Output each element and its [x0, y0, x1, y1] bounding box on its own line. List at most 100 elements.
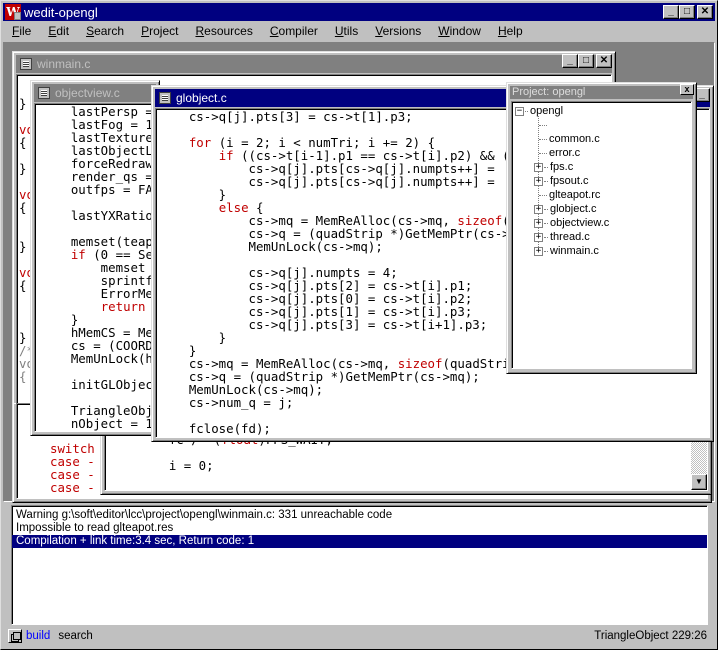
tree-connector [544, 236, 548, 238]
winmain-maximize-button[interactable]: □ [578, 54, 594, 68]
code-line: initGLObjec [41, 378, 155, 391]
expand-icon[interactable]: + [534, 246, 543, 256]
menu-label: earch [94, 24, 125, 38]
menu-label: ompiler [278, 24, 318, 38]
tree-connector [544, 166, 548, 168]
tree-connector [525, 110, 528, 112]
window-objectview[interactable]: objectview.c lastPersp = lastFog = 1 las… [30, 80, 160, 436]
tree-item[interactable]: glteapot.rc [539, 188, 600, 202]
tree-item[interactable]: + globject.c [534, 202, 596, 216]
menu-label: roject [149, 24, 179, 38]
code-line: nObject = 1 [41, 416, 155, 431]
menu-bar: File Edit Search Project Resources Compiler Ut… [3, 22, 715, 41]
wedit-app-icon[interactable]: W [5, 4, 21, 20]
tree-item[interactable]: + thread.c [534, 230, 590, 244]
tree-label: opengl [530, 105, 564, 117]
menu-label: indow [449, 24, 481, 38]
tree-connector [544, 222, 548, 224]
tree-label: common.c [549, 133, 600, 145]
tree-connector [544, 180, 548, 182]
menu-file[interactable]: File [3, 22, 39, 41]
tree-item[interactable]: + fps.c [534, 160, 573, 174]
output-line[interactable]: Impossible to read glteapot.res [12, 522, 707, 535]
tree-connector [539, 152, 547, 154]
tree-root-opengl[interactable]: − opengl [515, 104, 563, 118]
project-panel-close-button[interactable]: x [680, 84, 694, 95]
maximize-button[interactable]: □ [679, 5, 695, 19]
code-token: } [19, 96, 27, 111]
status-bar: build search TriangleObject 229:26 [5, 627, 713, 645]
code-token: } [19, 239, 27, 254]
menu-label: ile [19, 24, 32, 38]
build-tab[interactable]: build [26, 630, 50, 642]
code-token: outfps = FA [41, 182, 153, 197]
expand-icon[interactable]: + [534, 176, 543, 186]
code-keyword: return [100, 299, 146, 314]
collapse-icon[interactable]: − [515, 106, 524, 116]
tree-label: objectview.c [550, 217, 610, 229]
tree-item[interactable]: + fpsout.c [534, 174, 589, 188]
code-line: case - [50, 481, 95, 494]
code-token: { [19, 278, 27, 293]
winmain-minimize-button[interactable]: _ [562, 54, 578, 68]
menu-search[interactable]: Search [77, 22, 132, 41]
menu-resources[interactable]: Resources [186, 22, 260, 41]
project-panel[interactable]: Project: opengl x − opengl common.c error.c… [506, 82, 697, 374]
tree-item[interactable]: + winmain.c [534, 244, 599, 258]
output-panel[interactable]: Warning g:\soft\editor\lcc\project\openg… [11, 505, 708, 625]
menu-edit[interactable]: Edit [39, 22, 77, 41]
code-token: MemUnLock(h [41, 351, 153, 366]
wedit-main-window: W wedit-opengl _ □ ✕ File Edit Search Proje… [0, 0, 718, 650]
tree-item[interactable]: common.c [539, 132, 600, 146]
code-token: cs->num_q = j; [159, 395, 294, 410]
menu-utils[interactable]: Utils [326, 22, 366, 41]
expand-icon[interactable]: + [534, 232, 543, 242]
code-token: fclose(fd); [159, 421, 271, 436]
objectview-editor[interactable]: lastPersp = lastFog = 1 lastTexture last… [34, 103, 156, 432]
menu-help[interactable]: Help [489, 22, 531, 41]
winmain-title-bar[interactable]: winmain.c [16, 55, 612, 73]
menu-mnemonic: C [269, 24, 279, 38]
menu-compiler[interactable]: Compiler [261, 22, 326, 41]
menu-label: tils [343, 24, 359, 38]
code-line: fclose(fd); [159, 422, 599, 435]
code-token: i = 0; [139, 458, 214, 473]
minimize-button[interactable]: _ [663, 5, 679, 19]
close-button[interactable]: ✕ [697, 5, 713, 19]
restore-windows-icon[interactable] [8, 629, 22, 643]
tree-item[interactable]: error.c [539, 146, 580, 160]
menu-project[interactable]: Project [132, 22, 186, 41]
output-line[interactable]: Compilation + link time:3.4 sec, Return … [12, 535, 707, 548]
menu-label: dit [56, 24, 70, 38]
tree-connector [539, 138, 547, 140]
tree-connector [539, 124, 547, 126]
code-token: nObject = 1 [41, 416, 153, 431]
document-icon [20, 58, 32, 70]
winmain-title: winmain.c [37, 57, 91, 71]
output-line[interactable]: Warning g:\soft\editor\lcc\project\openg… [12, 509, 707, 522]
expand-icon[interactable]: + [534, 162, 543, 172]
expand-icon[interactable]: + [534, 204, 543, 214]
search-tab[interactable]: search [58, 630, 93, 642]
tree-connector [539, 194, 547, 196]
tree-item[interactable] [539, 118, 549, 132]
scroll-down-button[interactable]: ▼ [691, 474, 707, 490]
code-token: case - [50, 480, 95, 495]
tree-item[interactable]: + objectview.c [534, 216, 609, 230]
winmain-close-button[interactable]: ✕ [596, 54, 612, 68]
menu-window[interactable]: Window [429, 22, 489, 41]
tree-connector [544, 250, 548, 252]
project-panel-title: Project: opengl [510, 86, 693, 99]
code-token: MemUnLock(cs->mq); [159, 239, 383, 254]
project-tree[interactable]: − opengl common.c error.c + fps.c + fpsout.c glt… [511, 101, 692, 369]
tree-label: fpsout.c [550, 175, 589, 187]
menu-mnemonic: H [497, 24, 507, 38]
expand-icon[interactable]: + [534, 218, 543, 228]
code-token: { [19, 135, 27, 150]
tree-label: error.c [549, 147, 581, 159]
menu-label: ersions [382, 24, 422, 38]
objectview-title-bar[interactable]: objectview.c [34, 84, 156, 102]
menu-mnemonic: R [195, 24, 205, 38]
menu-versions[interactable]: Versions [366, 22, 429, 41]
globject-title: globject.c [176, 91, 227, 105]
